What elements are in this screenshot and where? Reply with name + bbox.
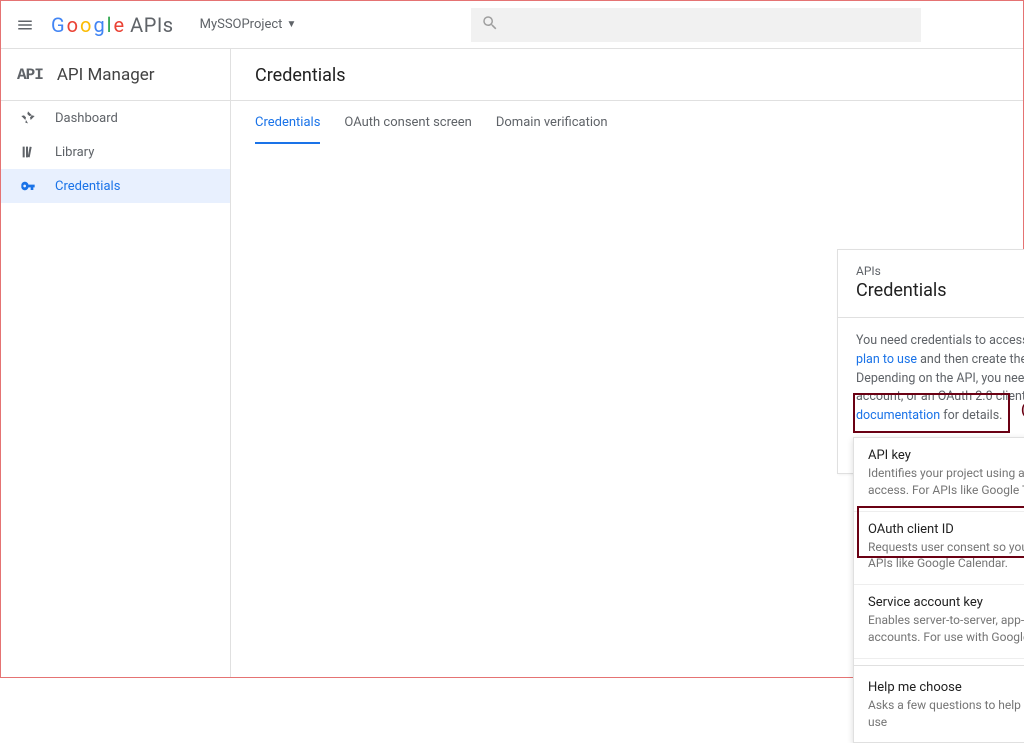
menu-item-title: OAuth client ID <box>868 522 1024 537</box>
api-icon: API <box>17 66 43 84</box>
menu-item-title: Service account key <box>868 595 1024 610</box>
card-kicker: APIs <box>856 264 1024 278</box>
sidebar-item-dashboard[interactable]: Dashboard <box>1 101 230 135</box>
menu-item-desc: Enables server-to-server, app-level auth… <box>868 612 1024 646</box>
sidebar: API API Manager Dashboard Library Creden… <box>1 49 231 677</box>
project-name: MySSOProject <box>200 17 283 32</box>
menu-item-desc: Asks a few questions to help you decide … <box>868 697 1024 731</box>
sidebar-title: API Manager <box>57 65 155 85</box>
menu-item-desc: Requests user consent so your app can ac… <box>868 539 1024 573</box>
search-icon <box>481 14 499 36</box>
sidebar-item-library[interactable]: Library <box>1 135 230 169</box>
logo-apis-text: APIs <box>130 13 173 37</box>
menu-item-desc: Identifies your project using a simple A… <box>868 465 1024 499</box>
menu-item-title: Help me choose <box>868 680 1024 695</box>
sidebar-item-credentials[interactable]: Credentials <box>1 169 230 203</box>
google-apis-logo[interactable]: Google APIs <box>51 13 174 37</box>
sidebar-header: API API Manager <box>1 49 230 101</box>
menu-icon[interactable] <box>13 13 37 37</box>
project-picker[interactable]: MySSOProject ▼ <box>194 13 303 36</box>
sidebar-item-label: Credentials <box>55 179 120 194</box>
dashboard-icon <box>19 110 37 126</box>
card-title: Credentials <box>856 280 1024 301</box>
tab-bar: Credentials OAuth consent screen Domain … <box>231 101 1023 144</box>
tab-oauth-consent[interactable]: OAuth consent screen <box>344 101 471 144</box>
menu-item-title: API key <box>868 448 1024 463</box>
tab-domain-verification[interactable]: Domain verification <box>496 101 608 144</box>
card-body-text: You need credentials to access APIs. Ena… <box>856 332 1024 426</box>
menu-item-help-me-choose[interactable]: Help me choose Asks a few questions to h… <box>854 665 1024 743</box>
caret-down-icon: ▼ <box>286 19 296 30</box>
library-icon <box>19 144 37 160</box>
search-box[interactable] <box>471 8 921 42</box>
menu-item-oauth-client-id[interactable]: OAuth client ID Requests user consent so… <box>854 512 1024 586</box>
search-input[interactable] <box>507 17 911 33</box>
create-credentials-menu: API key Identifies your project using a … <box>853 437 1024 743</box>
menu-item-service-account-key[interactable]: Service account key Enables server-to-se… <box>854 585 1024 659</box>
sidebar-item-label: Library <box>55 145 94 160</box>
page-title: Credentials <box>231 49 1023 101</box>
menu-item-api-key[interactable]: API key Identifies your project using a … <box>854 438 1024 512</box>
key-icon <box>19 178 37 194</box>
tab-credentials[interactable]: Credentials <box>255 101 320 144</box>
sidebar-item-label: Dashboard <box>55 111 118 126</box>
